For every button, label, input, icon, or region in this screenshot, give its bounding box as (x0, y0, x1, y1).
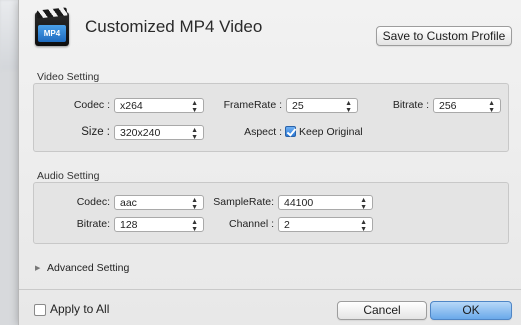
advanced-setting-toggle[interactable]: Advanced Setting (47, 262, 129, 274)
select-arrows-icon: ▲ ▼ (360, 218, 367, 233)
select-arrows-icon: ▲ ▼ (191, 126, 198, 141)
samplerate-select[interactable]: 44100 ▲ ▼ (278, 195, 373, 211)
audio-setting-group: Codec: aac ▲ ▼ SampleRate: 44100 ▲ ▼ Bitra… (33, 182, 509, 244)
channel-select[interactable]: 2 ▲ ▼ (278, 217, 373, 233)
framerate-select[interactable]: 25 ▲ ▼ (286, 98, 358, 114)
mp4-badge: MP4 (38, 25, 66, 42)
channel-value: 2 (284, 219, 290, 231)
select-arrows-icon: ▲ ▼ (360, 196, 367, 211)
apply-to-all-label: Apply to All (50, 302, 110, 316)
size-label: Size : (81, 126, 110, 138)
audio-codec-label: Codec: (76, 196, 110, 208)
framerate-label: FrameRate : (223, 99, 282, 111)
select-arrows-icon: ▲ ▼ (488, 99, 495, 114)
audio-bitrate-label: Bitrate: (76, 218, 110, 230)
video-bitrate-select[interactable]: 256 ▲ ▼ (433, 98, 501, 114)
video-setting-group: Codec : x264 ▲ ▼ FrameRate : 25 ▲ ▼ Bitrat… (33, 83, 509, 152)
cancel-button[interactable]: Cancel (337, 301, 427, 320)
audio-codec-value: aac (120, 197, 137, 209)
audio-codec-select[interactable]: aac ▲ ▼ (114, 195, 204, 211)
aspect-label: Aspect : (244, 126, 282, 138)
audio-bitrate-value: 128 (120, 219, 138, 231)
video-bitrate-value: 256 (439, 100, 457, 112)
select-arrows-icon: ▲ ▼ (191, 99, 198, 114)
select-arrows-icon: ▲ ▼ (345, 99, 352, 114)
dialog-header: MP4 Customized MP4 Video Save to Custom … (19, 0, 521, 56)
channel-label: Channel : (229, 218, 274, 230)
video-codec-value: x264 (120, 100, 143, 112)
customized-mp4-dialog: MP4 Customized MP4 Video Save to Custom … (18, 0, 521, 325)
select-arrows-icon: ▲ ▼ (191, 218, 198, 233)
size-select[interactable]: 320x240 ▲ ▼ (114, 125, 204, 141)
keep-original-label: Keep Original (299, 126, 363, 138)
ok-button[interactable]: OK (430, 301, 512, 320)
framerate-value: 25 (292, 100, 304, 112)
keep-original-checkbox[interactable] (285, 126, 296, 137)
video-codec-label: Codec : (73, 99, 110, 111)
clapperboard-icon (36, 7, 68, 19)
samplerate-label: SampleRate: (213, 196, 274, 208)
disclosure-triangle-icon[interactable]: ▶ (35, 264, 40, 272)
audio-bitrate-select[interactable]: 128 ▲ ▼ (114, 217, 204, 233)
mp4-video-icon: MP4 (35, 7, 69, 46)
video-bitrate-label: Bitrate : (392, 99, 429, 111)
samplerate-value: 44100 (284, 197, 314, 209)
select-arrows-icon: ▲ ▼ (191, 196, 198, 211)
video-setting-title: Video Setting (37, 71, 100, 83)
audio-setting-title: Audio Setting (37, 170, 100, 182)
save-custom-profile-button[interactable]: Save to Custom Profile (376, 26, 512, 46)
apply-to-all-checkbox[interactable] (34, 304, 46, 316)
video-codec-select[interactable]: x264 ▲ ▼ (114, 98, 204, 114)
dialog-title: Customized MP4 Video (85, 17, 263, 36)
footer-divider (19, 289, 521, 290)
size-value: 320x240 (120, 127, 161, 139)
